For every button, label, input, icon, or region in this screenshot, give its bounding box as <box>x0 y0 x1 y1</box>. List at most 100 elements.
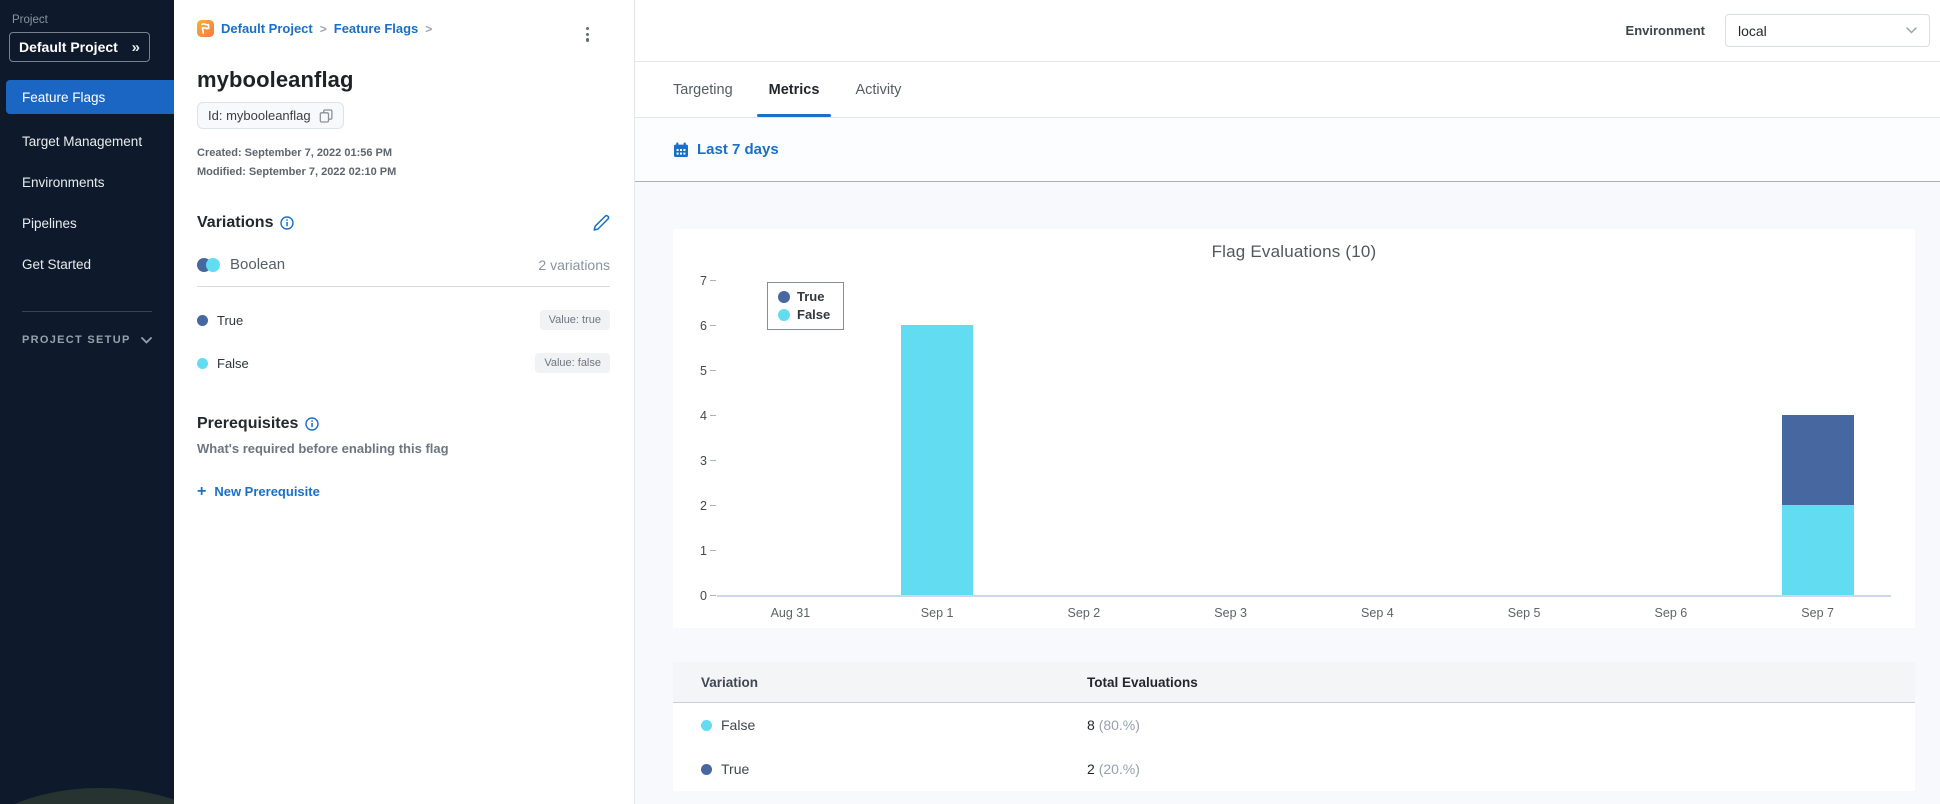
tab-activity[interactable]: Activity <box>855 62 901 117</box>
metrics-content: Flag Evaluations (10) True False Aug 31 Se… <box>635 182 1940 804</box>
chart-slot-sep-5: Sep 5 <box>1451 282 1598 620</box>
chart-plot: True False Aug 31 Sep 1 Sep 2 Sep 3 Sep 4 Sep … <box>700 274 1891 620</box>
chart-slot-sep-1: Sep 1 <box>864 282 1011 620</box>
chevron-down-icon <box>1906 27 1917 34</box>
environment-select[interactable]: local <box>1725 14 1930 47</box>
tab-targeting[interactable]: Targeting <box>673 62 733 117</box>
chart-title: Flag Evaluations (10) <box>1211 242 1377 261</box>
flag-title: mybooleanflag <box>197 67 354 92</box>
sidebar-item-project-setup[interactable]: PROJECT SETUP <box>22 334 152 346</box>
created-date: Created: September 7, 2022 01:56 PM <box>197 147 393 159</box>
environment-select-value: local <box>1738 22 1767 39</box>
flag-id-chip[interactable]: Id: mybooleanflag <box>197 102 344 129</box>
bar-segment-true <box>1781 415 1854 505</box>
flag-evaluations-chart: Flag Evaluations (10) True False Aug 31 Se… <box>673 229 1915 628</box>
table-variation-name: True <box>721 761 750 777</box>
variation-color-dot <box>197 357 208 369</box>
total-evaluations-percent: (80.%) <box>1098 717 1140 733</box>
chevron-down-icon <box>141 336 152 344</box>
variation-value-chip: Value: true <box>539 310 610 330</box>
prerequisites-description: What's required before enabling this fla… <box>197 441 449 456</box>
pencil-icon <box>593 214 610 231</box>
chart-slot-aug-31: Aug 31 <box>717 282 864 620</box>
new-prerequisite-button[interactable]: + New Prerequisite <box>197 484 610 500</box>
edit-variations-button[interactable] <box>592 214 610 232</box>
y-axis-label: 0 <box>700 589 707 603</box>
y-axis-label: 5 <box>700 364 707 378</box>
table-row-true: True 2 (20.%) <box>673 747 1915 791</box>
calendar-icon <box>674 142 688 157</box>
table-row-false: False 8 (80.%) <box>673 703 1915 747</box>
prerequisites-heading: Prerequisites <box>197 415 299 432</box>
environment-header: Environment local <box>635 0 1940 62</box>
table-variation-name: False <box>721 717 756 733</box>
x-axis-label: Sep 7 <box>1801 606 1834 620</box>
variation-type-row: Boolean 2 variations <box>197 256 610 287</box>
info-icon[interactable] <box>305 417 320 431</box>
bar-sep-7 <box>1781 415 1854 595</box>
kebab-menu-icon[interactable] <box>584 25 591 44</box>
y-axis-label: 2 <box>700 499 707 513</box>
breadcrumb-project-link[interactable]: Default Project <box>221 21 313 36</box>
total-evaluations-value: 8 <box>1087 717 1095 733</box>
x-axis-label: Sep 4 <box>1361 606 1394 620</box>
bar-segment-false <box>901 325 974 595</box>
variation-name: False <box>217 355 249 371</box>
breadcrumb-feature-flags-link[interactable]: Feature Flags <box>334 21 419 36</box>
breadcrumb-separator: > <box>319 21 327 36</box>
table-header-row: Variation Total Evaluations <box>673 662 1915 703</box>
sidebar-nav: Feature Flags Target Management Environmen… <box>0 80 174 285</box>
variation-type-label: Boolean <box>230 256 286 273</box>
double-chevron-icon: » <box>131 38 140 56</box>
sidebar-item-pipelines[interactable]: Pipelines <box>0 203 174 244</box>
table-header-total: Total Evaluations <box>1087 674 1198 690</box>
sidebar-item-target-management[interactable]: Target Management <box>0 121 174 162</box>
chart-slot-sep-3: Sep 3 <box>1157 282 1304 620</box>
y-axis-tick <box>710 505 716 506</box>
y-axis-label: 7 <box>700 274 707 288</box>
y-axis-tick <box>710 550 716 551</box>
boolean-type-icon <box>197 257 220 272</box>
y-axis-tick <box>710 460 716 461</box>
sidebar-item-feature-flags[interactable]: Feature Flags <box>6 80 174 114</box>
date-range-label: Last 7 days <box>697 141 779 158</box>
variations-section-header: Variations <box>197 214 610 232</box>
chart-slot-sep-2: Sep 2 <box>1011 282 1158 620</box>
y-axis-label: 4 <box>700 409 707 423</box>
environment-panel: Environment local Targeting Metrics Activi… <box>634 0 1940 804</box>
variation-list: True Value: true False Value: false <box>197 310 610 373</box>
sidebar-item-environments[interactable]: Environments <box>0 162 174 203</box>
variation-count: 2 variations <box>538 256 610 273</box>
copy-icon <box>319 108 333 123</box>
y-axis-label: 1 <box>700 544 707 558</box>
variation-color-dot <box>701 763 712 775</box>
x-axis-label: Aug 31 <box>770 606 811 620</box>
x-axis-label: Sep 1 <box>920 606 954 620</box>
y-axis-tick <box>710 595 716 596</box>
total-evaluations-percent: (20.%) <box>1098 761 1140 777</box>
new-prerequisite-label: New Prerequisite <box>214 484 320 499</box>
variation-name: True <box>217 312 244 328</box>
project-selector[interactable]: Default Project » <box>9 32 150 62</box>
breadcrumb-separator: > <box>425 21 433 36</box>
chart-slot-sep-6: Sep 6 <box>1598 282 1745 620</box>
project-label: Project <box>12 14 48 26</box>
project-setup-label: PROJECT SETUP <box>22 334 131 346</box>
bar-sep-1 <box>901 325 974 595</box>
sidebar: Project Default Project » Feature Flags T… <box>0 0 174 804</box>
modified-date: Modified: September 7, 2022 02:10 PM <box>197 166 397 178</box>
date-range-button[interactable]: Last 7 days <box>673 141 779 158</box>
sidebar-item-get-started[interactable]: Get Started <box>0 244 174 285</box>
environment-label: Environment <box>1625 23 1705 38</box>
total-evaluations-value: 2 <box>1087 761 1095 777</box>
tab-metrics[interactable]: Metrics <box>756 62 832 117</box>
info-icon[interactable] <box>280 216 295 230</box>
evaluations-table: Variation Total Evaluations False 8 (80.%… <box>673 662 1915 791</box>
variations-heading: Variations <box>197 214 274 231</box>
tabs: Targeting Metrics Activity <box>635 62 1940 118</box>
project-selector-value: Default Project <box>19 39 118 55</box>
x-axis-label: Sep 2 <box>1067 606 1101 620</box>
variation-row-true: True Value: true <box>197 310 610 330</box>
variation-row-false: False Value: false <box>197 353 610 373</box>
variation-color-dot <box>701 719 712 731</box>
